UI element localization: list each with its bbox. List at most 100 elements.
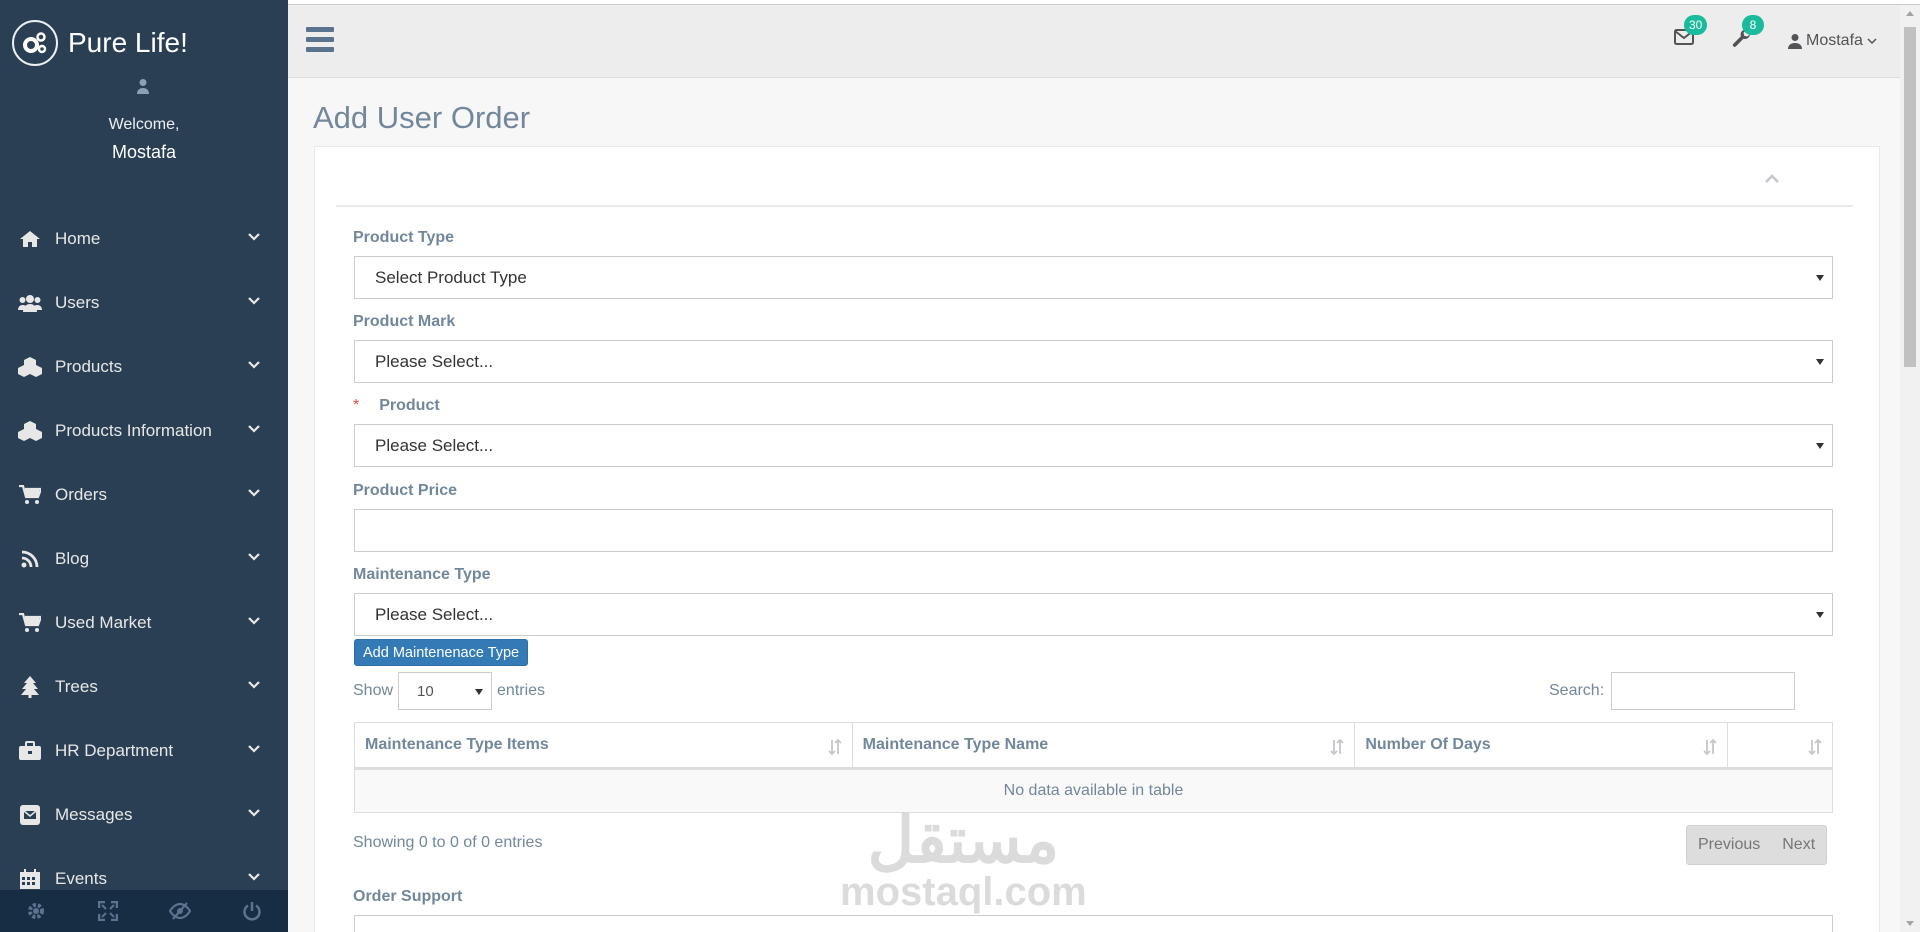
settings-button[interactable] [0, 890, 72, 932]
entries-label: entries [497, 682, 546, 699]
sidebar-item-users[interactable]: Users [0, 271, 288, 335]
sidebar-item-trees[interactable]: Trees [0, 655, 288, 719]
alerts-dropdown-button[interactable]: 8 [1732, 15, 1764, 54]
scrollbar-thumb[interactable] [1904, 27, 1916, 367]
sidebar-item-products-information[interactable]: Products Information [0, 399, 288, 463]
column-header-number-of-days[interactable]: Number Of Days [1354, 722, 1729, 770]
page-title: Add User Order [313, 100, 531, 135]
column-header-actions[interactable] [1727, 722, 1833, 770]
user-icon [1788, 34, 1802, 49]
brand-name: Pure Life! [68, 27, 188, 58]
table-info: Showing 0 to 0 of 0 entries [353, 834, 543, 851]
envelope-square-icon [18, 804, 42, 826]
sort-icon [1703, 738, 1717, 756]
sidebar-item-label: Messages [55, 805, 133, 824]
scroll-down-arrow-icon[interactable] [1906, 921, 1914, 926]
search-label: Search: [1549, 682, 1605, 699]
sidebar-item-label: Orders [55, 485, 107, 504]
cubes-icon [18, 420, 42, 442]
sidebar-username: Mostafa [111, 142, 177, 162]
column-header-maintenance-type-items[interactable]: Maintenance Type Items [354, 722, 853, 770]
messages-count-badge: 30 [1684, 15, 1708, 35]
sidebar-item-label: Events [55, 869, 107, 888]
product-type-select[interactable]: Select Product Type [354, 256, 1833, 299]
sidebar-item-label: Users [55, 293, 100, 312]
table-header-row: Maintenance Type Items Maintenance Type … [354, 722, 1833, 770]
vertical-scrollbar[interactable] [1900, 5, 1920, 932]
next-page-button[interactable]: Next [1771, 826, 1826, 864]
messages-dropdown-button[interactable]: 30 [1674, 15, 1708, 50]
brand[interactable]: Pure Life! [12, 20, 188, 66]
maintenance-type-select[interactable]: Please Select... [354, 593, 1833, 636]
product-type-label: Product Type [353, 229, 455, 246]
select-caret-icon [1816, 275, 1824, 281]
order-support-select[interactable] [354, 915, 1833, 932]
shopping-cart-icon [18, 484, 42, 506]
panel-divider [336, 205, 1853, 207]
sidebar-item-orders[interactable]: Orders [0, 463, 288, 527]
sidebar-item-products[interactable]: Products [0, 335, 288, 399]
show-label: Show [353, 682, 394, 699]
chevron-down-icon [248, 297, 260, 305]
power-off-icon [243, 902, 261, 921]
required-asterisk: * [353, 397, 360, 414]
sidebar-item-label: Blog [55, 549, 90, 568]
product-price-input[interactable] [354, 509, 1833, 552]
chevron-up-icon[interactable] [1764, 173, 1780, 183]
fullscreen-button[interactable] [72, 890, 144, 932]
maintenance-type-value: Please Select... [375, 604, 494, 624]
select-caret-icon [1816, 612, 1824, 618]
user-avatar-icon [136, 78, 150, 94]
scroll-up-arrow-icon[interactable] [1906, 11, 1914, 16]
sidebar-item-messages[interactable]: Messages [0, 783, 288, 847]
sidebar-item-home[interactable]: Home [0, 207, 288, 271]
hamburger-bar [306, 27, 334, 32]
rss-icon [18, 548, 42, 570]
sort-icon [1808, 738, 1822, 756]
column-header-maintenance-type-name[interactable]: Maintenance Type Name [851, 722, 1356, 770]
entries-per-page-select[interactable]: 10 [398, 672, 493, 710]
sidebar-item-label: HR Department [55, 741, 174, 760]
chevron-down-icon [248, 361, 260, 369]
cubes-icon [18, 356, 42, 378]
maintenance-type-label: Maintenance Type [353, 566, 491, 583]
logout-button[interactable] [216, 890, 288, 932]
chevron-down-icon [248, 681, 260, 689]
order-support-label: Order Support [353, 888, 463, 905]
product-mark-label: Product Mark [353, 313, 456, 330]
menu-toggle-button[interactable] [306, 27, 334, 53]
entries-per-page-value: 10 [417, 682, 434, 700]
previous-page-button[interactable]: Previous [1687, 826, 1771, 864]
hamburger-bar [306, 37, 334, 42]
select-caret-icon [475, 689, 484, 695]
sidebar-item-label: Home [55, 229, 101, 248]
chevron-down-icon [248, 617, 260, 625]
sidebar-item-label: Products [55, 357, 123, 376]
select-caret-icon [1816, 359, 1824, 365]
datatable-length: Show 10 entries [353, 672, 545, 710]
table-row: No data available in table [354, 768, 1833, 813]
sidebar-item-used-market[interactable]: Used Market [0, 591, 288, 655]
sidebar-item-blog[interactable]: Blog [0, 527, 288, 591]
table-search-input[interactable] [1611, 672, 1796, 710]
product-label: Product [379, 397, 440, 414]
product-mark-select[interactable]: Please Select... [354, 340, 1833, 383]
maintenance-table: Maintenance Type Items Maintenance Type … [354, 722, 1833, 813]
chevron-down-icon [248, 553, 260, 561]
users-icon [18, 292, 42, 314]
sidebar-footer [0, 890, 288, 932]
settings-icon [28, 903, 44, 919]
lock-view-button[interactable] [144, 890, 216, 932]
empty-table-message: No data available in table [354, 768, 1833, 813]
datatable-search: Search: [1549, 672, 1796, 710]
sort-icon [828, 738, 842, 756]
hamburger-bar [306, 47, 334, 52]
user-profile-dropdown[interactable]: Mostafa [1788, 32, 1877, 50]
sidebar-item-hr-department[interactable]: HR Department [0, 719, 288, 783]
sidebar-item-label: Products Information [55, 421, 212, 440]
watermark-latin: mostaql.com [840, 870, 1087, 914]
eye-slash-icon [169, 902, 191, 920]
product-select[interactable]: Please Select... [354, 424, 1833, 467]
sort-icon [1330, 738, 1344, 756]
add-maintenance-type-button[interactable]: Add Maintenenace Type [354, 639, 529, 666]
